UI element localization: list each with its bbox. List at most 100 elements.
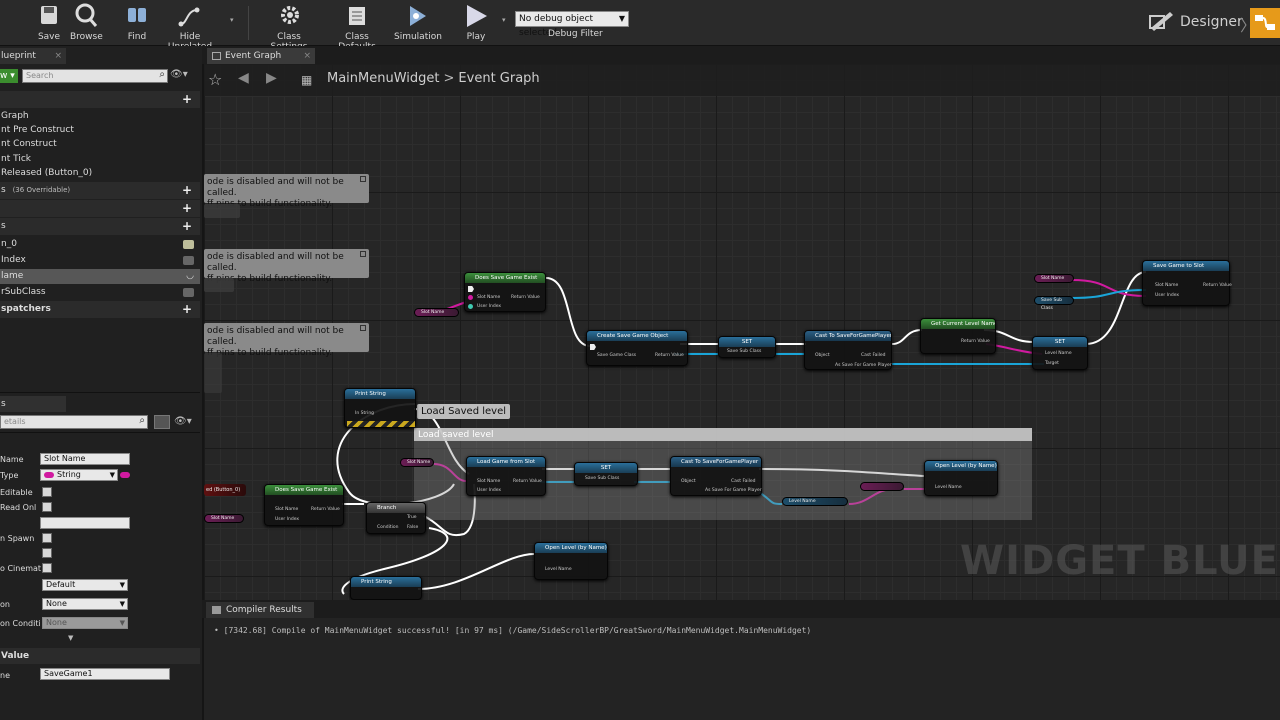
replication-select[interactable]: None ▼ — [42, 598, 128, 610]
simulation-button[interactable]: Simulation — [394, 2, 442, 42]
get-slot-name-node[interactable]: Slot Name — [414, 308, 459, 317]
slot-name-pin[interactable] — [468, 295, 473, 300]
visibility-icon[interactable] — [183, 256, 194, 265]
blueprint-search-input[interactable]: Search ⌕ — [22, 69, 168, 83]
property-matrix-icon[interactable] — [154, 415, 170, 429]
add-dispatcher-icon[interactable]: + — [182, 301, 192, 318]
eye-icon[interactable]: 👁▾ — [170, 69, 188, 80]
disabled-node-comment[interactable]: ode is disabled and will not be called. … — [204, 249, 369, 284]
functions-section-header[interactable]: s (36 Overridable) + — [0, 182, 200, 199]
variable-item[interactable]: Index — [0, 253, 200, 268]
node-set-save-sub-class[interactable]: SET Save Sub Class — [574, 462, 638, 486]
editable-checkbox[interactable] — [42, 487, 52, 497]
macros-section-header[interactable]: + — [0, 200, 200, 217]
get-slot-name-node[interactable]: Slot Name — [400, 458, 434, 467]
container-type-icon[interactable] — [120, 472, 130, 478]
pin-icon[interactable] — [360, 176, 366, 182]
variable-item-selected[interactable]: lame ◡ — [0, 269, 200, 284]
tooltip-input[interactable] — [40, 517, 130, 529]
event-graph-canvas[interactable]: ☆ ◀ ▶ ▦ MainMenuWidget > Event Graph ode… — [204, 64, 1280, 600]
add-function-icon[interactable]: + — [182, 182, 192, 199]
close-icon[interactable]: × — [54, 48, 62, 64]
default-value-header[interactable]: Value — [0, 648, 200, 664]
hide-unrelated-button[interactable]: Hide Unrelated — [160, 2, 220, 52]
browse-button[interactable]: Browse — [70, 2, 103, 42]
class-settings-button[interactable]: Class Settings — [260, 2, 318, 52]
get-slot-name-node[interactable]: Slot Name — [1034, 274, 1074, 283]
play-button[interactable]: Play — [458, 2, 494, 42]
save-button[interactable]: Save — [34, 2, 64, 42]
add-new-button[interactable]: w ▾ — [0, 69, 18, 83]
my-blueprint-tab[interactable]: lueprint × — [0, 48, 66, 64]
add-graph-icon[interactable]: + — [182, 91, 192, 108]
node-open-level-by-name[interactable]: Open Level (by Name) Level Name — [534, 542, 608, 580]
get-level-name-node[interactable]: Level Name — [782, 497, 848, 506]
visibility-icon[interactable]: ◡ — [186, 269, 194, 284]
event-on-released-node[interactable]: ed (Button_0) — [204, 484, 246, 496]
graph-item-construct[interactable]: nt Construct — [0, 137, 57, 151]
node-does-save-game-exist[interactable]: Does Save Game Exist Slot Name Return Va… — [464, 272, 546, 312]
node-load-game-from-slot[interactable]: Load Game from Slot Slot Name Return Val… — [466, 456, 546, 496]
eye-icon[interactable]: 👁▾ — [174, 416, 192, 427]
visibility-icon[interactable] — [183, 288, 194, 297]
variable-item[interactable]: n_0 — [0, 237, 200, 252]
variable-item[interactable]: rSubClass — [0, 285, 200, 300]
tab-event-graph[interactable]: Event Graph × — [207, 48, 315, 64]
graph-mode-button[interactable] — [1250, 8, 1280, 38]
default-value-input[interactable]: SaveGame1 — [40, 668, 170, 680]
play-options-dropdown-icon[interactable]: ▾ — [502, 16, 506, 24]
node-get-current-level-name[interactable]: Get Current Level Name Return Value — [920, 318, 996, 354]
graph-item-tick[interactable]: nt Tick — [0, 152, 31, 166]
details-search-input[interactable]: etails ⌕ — [0, 415, 148, 429]
node-print-string[interactable]: Print String — [350, 576, 422, 600]
debug-object-select[interactable]: No debug object selected ▼ — [515, 11, 629, 38]
variable-name-input[interactable]: Slot Name — [40, 453, 130, 465]
expand-advanced-icon[interactable]: ▼ — [68, 634, 73, 642]
expose-on-spawn-checkbox[interactable] — [42, 533, 52, 543]
hide-unrelated-dropdown-icon[interactable]: ▾ — [230, 16, 234, 24]
node-set-save-sub-class[interactable]: SET Save Sub Class — [718, 336, 776, 358]
disabled-node[interactable] — [204, 204, 240, 218]
close-icon[interactable]: × — [303, 48, 311, 64]
node-branch[interactable]: Branch True Condition False — [366, 502, 426, 534]
disabled-node[interactable] — [204, 353, 222, 393]
pin-icon[interactable] — [360, 251, 366, 257]
private-checkbox[interactable] — [42, 548, 52, 558]
node-print-string[interactable]: Print String In String — [344, 388, 416, 428]
node-save-game-to-slot[interactable]: Save Game to Slot Slot Name Return Value… — [1142, 260, 1232, 306]
node-set-level-name[interactable]: SET Level Name Target — [1032, 336, 1088, 370]
graph-item-released-button[interactable]: Released (Button_0) — [0, 166, 92, 180]
tab-compiler-results[interactable]: Compiler Results — [206, 602, 314, 618]
read-only-checkbox[interactable] — [42, 502, 52, 512]
exec-in-pin[interactable] — [468, 286, 474, 292]
expose-to-cinematic-checkbox[interactable] — [42, 563, 52, 573]
disabled-node-comment[interactable]: ode is disabled and will not be called. … — [204, 174, 369, 209]
node-open-level-by-name[interactable]: Open Level (by Name) Level Name — [924, 460, 998, 496]
add-variable-icon[interactable]: + — [182, 218, 192, 235]
class-defaults-button[interactable]: Class Defaults — [328, 2, 386, 52]
get-slot-name-node[interactable]: Slot Name — [204, 514, 244, 523]
graph-item-pre-construct[interactable]: nt Pre Construct — [0, 123, 74, 137]
visibility-icon[interactable] — [183, 240, 194, 249]
user-index-pin[interactable] — [468, 304, 473, 309]
disabled-node-comment[interactable]: ode is disabled and will not be called. … — [204, 323, 369, 358]
pin-icon[interactable] — [360, 325, 366, 331]
string-to-text-node[interactable] — [860, 482, 904, 491]
disabled-node[interactable] — [204, 278, 234, 292]
category-select[interactable]: Default ▼ — [42, 579, 128, 591]
variables-section-header[interactable]: s + — [0, 218, 200, 235]
graphs-section-header[interactable]: + — [0, 91, 200, 108]
details-tab[interactable]: s — [0, 396, 66, 412]
node-does-save-game-exist[interactable]: Does Save Game Exist Slot Name Return Va… — [264, 484, 344, 526]
node-create-save-game-object[interactable]: Create Save Game Object Save Game Class … — [586, 330, 688, 366]
variable-type-select[interactable]: String ▼ — [40, 469, 118, 481]
find-button[interactable]: Find — [120, 2, 154, 42]
dispatchers-section-header[interactable]: spatchers + — [0, 301, 200, 318]
node-cast-to-save[interactable]: Cast To SaveForGamePlayer Object Cast Fa… — [670, 456, 762, 496]
replication-condition-select[interactable]: None ▼ — [42, 617, 128, 629]
exec-in-pin[interactable] — [590, 344, 596, 350]
node-cast-to-save[interactable]: Cast To SaveForGamePlayer Object Cast Fa… — [804, 330, 892, 370]
graph-item-event-graph[interactable]: Graph — [0, 109, 29, 123]
add-macro-icon[interactable]: + — [182, 200, 192, 217]
get-save-sub-class-node[interactable]: Save Sub Class — [1034, 296, 1074, 311]
